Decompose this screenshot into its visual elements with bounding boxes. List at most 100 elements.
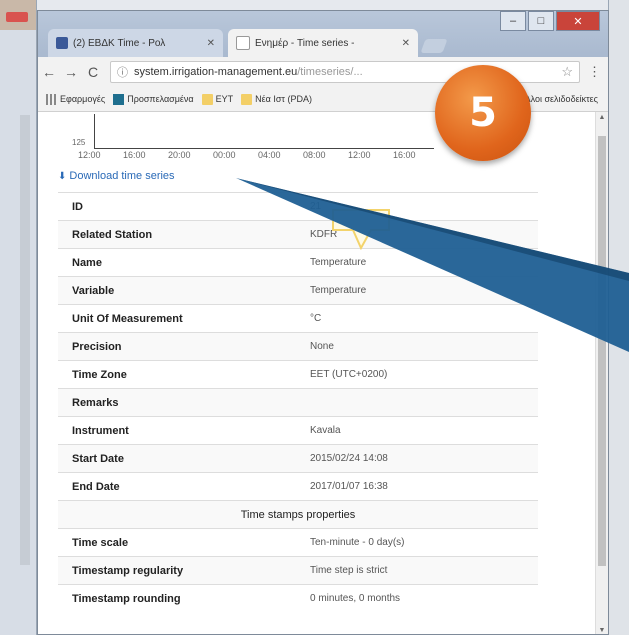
scroll-up-arrow-icon[interactable]: ▲ [596,114,608,121]
table-row: Instrument Kavala [58,416,538,445]
property-key: Name [58,248,296,277]
table-row: End Date 2017/01/07 16:38 [58,472,538,501]
property-value: EET (UTC+0200) [296,360,538,389]
chart-tick-label: 00:00 [213,150,236,160]
url-text: system.irrigation-management.eu [134,66,298,78]
chart-x-ticks: 12:00 16:00 20:00 00:00 04:00 08:00 12:0… [78,150,458,164]
chart-tick-label: 16:00 [393,150,416,160]
chart-tick-label: 12:00 [348,150,371,160]
download-icon: ⬇ [58,170,67,182]
maximize-button[interactable]: □ [528,11,554,31]
bookmark-star-icon[interactable]: ☆ [561,64,573,80]
chart-y-label: 125 [72,138,86,147]
scrollbar-thumb[interactable] [598,136,606,566]
property-key: End Date [58,472,296,501]
property-key: Precision [58,332,296,361]
bookmark-label: Νέα Ιστ (PDA) [255,94,312,104]
bookmark-label: EΥΤ [215,94,234,104]
page-content: 125 12:00 16:00 20:00 00:00 04:00 08:00 … [38,112,598,634]
chart-tick-label: 12:00 [78,150,101,160]
table-row: ID 21 [58,192,538,221]
folder-icon [241,93,253,105]
background-window-right [608,0,629,635]
scroll-down-arrow-icon[interactable]: ▼ [596,627,608,634]
table-row: Variable Temperature [58,276,538,305]
bookmark-folder[interactable]: EΥΤ [201,93,234,105]
background-window-scrollbar [20,115,30,565]
table-row: Name Temperature [58,248,538,277]
step-number: 5 [469,90,497,136]
property-value: Ten-minute - 0 day(s) [296,528,538,557]
chart-x-axis [94,148,434,149]
property-key: Timestamp regularity [58,556,296,585]
property-value: 0 minutes, 0 months [296,584,538,612]
bookmark-label: Προσπελασμένα [127,94,194,104]
menu-icon[interactable]: ⋮ [588,64,601,80]
property-key: ID [58,192,296,221]
new-tab-button[interactable] [420,39,448,53]
property-value: Time step is strict [296,556,538,585]
download-time-series-link[interactable]: ⬇ Download time series [58,170,175,182]
close-icon[interactable]: ✕ [402,38,410,49]
table-row: Time Zone EET (UTC+0200) [58,360,538,389]
property-key: Start Date [58,444,296,473]
property-key: Variable [58,276,296,305]
folder-icon [201,93,213,105]
bookmark-folder[interactable]: Νέα Ιστ (PDA) [241,93,312,105]
tab-time-series[interactable]: Ενημέρ - Time series - ✕ [228,29,418,57]
property-value: None [296,332,538,361]
site-icon [113,93,125,105]
background-window-left [0,0,37,635]
table-row: Timestamp regularity Time step is strict [58,556,538,585]
bookmark-apps[interactable]: Εφαρμογές [46,93,106,105]
chart-tick-label: 04:00 [258,150,281,160]
section-header-row: Time stamps properties [58,500,538,529]
table-row: Remarks [58,388,538,417]
window-controls: – □ ✕ [498,11,600,31]
bookmark-label: Εφαρμογές [60,94,106,104]
chart-y-axis [94,114,95,148]
bookmark-item[interactable]: Προσπελασμένα [113,93,194,105]
property-value: Temperature [296,248,538,277]
facebook-favicon-icon [56,37,68,49]
url-path: /timeseries/... [297,66,363,78]
step-number-badge: 5 [435,65,531,161]
table-row: Precision None [58,332,538,361]
properties-table: ID 21 Related Station KDFR Name Temperature Va… [58,192,538,612]
tab-label: (2) ΕΒΔΚ Time - Ρολ [73,37,166,49]
close-icon[interactable]: ✕ [207,38,215,49]
property-key: Related Station [58,220,296,249]
apps-grid-icon [46,93,57,105]
table-row: Unit Of Measurement °C [58,304,538,333]
table-row: Start Date 2015/02/24 14:08 [58,444,538,473]
table-row: Related Station KDFR [58,220,538,249]
property-key: Unit Of Measurement [58,304,296,333]
property-key: Timestamp rounding [58,584,296,612]
table-row: Time scale Ten-minute - 0 day(s) [58,528,538,557]
forward-arrow-icon[interactable]: → [60,64,82,80]
reload-icon[interactable]: C [82,64,104,80]
property-key: Time scale [58,528,296,557]
background-window-titlebar [0,0,36,30]
section-title: Time stamps properties [58,500,538,529]
window-close-button[interactable]: ✕ [556,11,600,31]
minimize-button[interactable]: – [500,11,526,31]
property-value: 2017/01/07 16:38 [296,472,538,501]
property-value: °C [296,304,538,333]
chart-tooltip-callout [332,209,390,250]
chart-tick-label: 08:00 [303,150,326,160]
tab-label: Ενημέρ - Time series - [255,37,355,49]
tab-strip: (2) ΕΒΔΚ Time - Ρολ ✕ Ενημέρ - Time seri… [38,11,608,57]
bookmark-label: Άλλοι σελιδοδείκτες [520,94,598,104]
chart-tick-label: 20:00 [168,150,191,160]
page-favicon-icon [236,36,250,50]
browser-toolbar: ← → C ⓘ system.irrigation-management.eu … [38,57,608,87]
info-icon[interactable]: ⓘ [117,64,128,80]
property-value: Temperature [296,276,538,305]
download-link-label: Download time series [69,170,175,182]
table-row: Timestamp rounding 0 minutes, 0 months [58,584,538,612]
page-scrollbar[interactable]: ▲ ▼ [595,112,608,634]
tab-facebook[interactable]: (2) ΕΒΔΚ Time - Ρολ ✕ [48,29,223,57]
back-arrow-icon[interactable]: ← [38,64,60,80]
property-key: Instrument [58,416,296,445]
